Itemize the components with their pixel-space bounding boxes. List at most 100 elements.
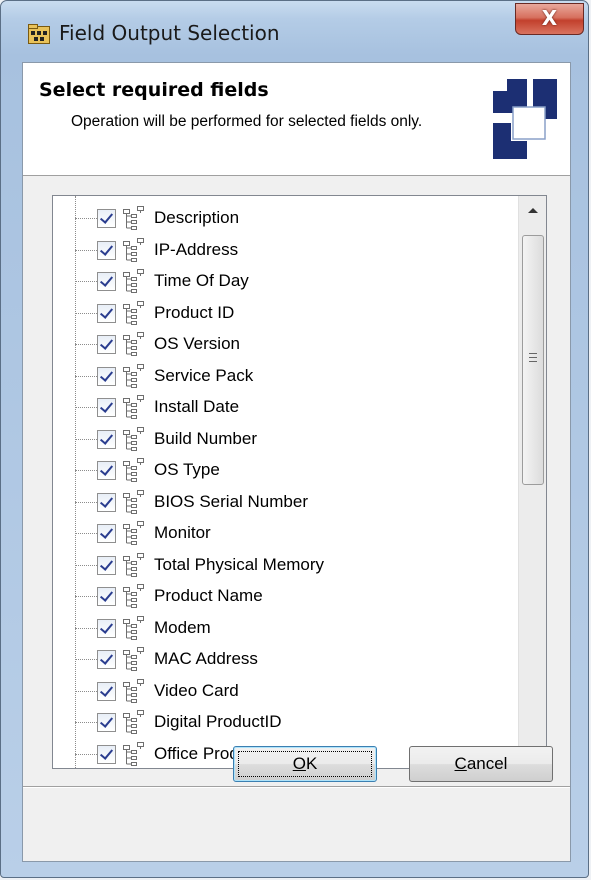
- tree-item[interactable]: Video Card: [53, 675, 518, 707]
- app-folder-icon: [28, 24, 50, 44]
- field-label: Total Physical Memory: [154, 554, 325, 574]
- tree-item[interactable]: Product ID: [53, 297, 518, 329]
- tree-item[interactable]: Install Date: [53, 391, 518, 423]
- field-label: Time Of Day: [154, 271, 249, 290]
- field-checkbox[interactable]: [97, 587, 116, 606]
- field-checkbox[interactable]: [97, 335, 116, 354]
- field-label: Product Name: [154, 586, 263, 605]
- field-hierarchy-icon: [122, 584, 144, 608]
- field-checkbox[interactable]: [97, 398, 116, 417]
- tree-branch-line: [75, 753, 97, 755]
- tree-item[interactable]: BIOS Serial Number: [53, 486, 518, 518]
- field-checkbox[interactable]: [97, 303, 116, 323]
- tree-branch-line: [75, 659, 97, 660]
- tree-item[interactable]: Description: [53, 202, 518, 234]
- field-hierarchy-icon: [122, 206, 144, 230]
- scroll-thumb[interactable]: [522, 235, 544, 485]
- header-panel: Select required fields Operation will be…: [23, 63, 570, 176]
- tree-item[interactable]: Monitor: [53, 517, 518, 549]
- field-checkbox[interactable]: [97, 713, 116, 732]
- tree-branch-line: [75, 312, 97, 314]
- window-title: Field Output Selection: [59, 21, 280, 45]
- cancel-button[interactable]: Cancel: [409, 746, 553, 782]
- field-label: Product ID: [154, 302, 235, 322]
- field-checkbox[interactable]: [97, 681, 116, 701]
- field-tree-list[interactable]: Description IP-Address Time Of Day Product …: [52, 195, 547, 769]
- focus-rect: [238, 751, 372, 777]
- tree-item[interactable]: Time Of Day: [53, 265, 518, 297]
- tree-branch-line: [75, 344, 97, 345]
- field-checkbox[interactable]: [97, 240, 116, 260]
- field-checkbox[interactable]: [97, 492, 116, 512]
- field-hierarchy-icon: [122, 395, 144, 419]
- tree-branch-line: [75, 407, 97, 408]
- field-hierarchy-icon: [122, 269, 144, 293]
- arrow-up-icon: [528, 208, 538, 213]
- tree-item[interactable]: OS Version: [53, 328, 518, 360]
- tree-branch-line: [75, 375, 97, 377]
- field-hierarchy-icon: [122, 332, 144, 356]
- field-hierarchy-icon: [122, 237, 144, 262]
- field-checkbox[interactable]: [97, 650, 116, 669]
- scroll-up-button[interactable]: [519, 196, 546, 226]
- field-checkbox[interactable]: [97, 524, 116, 543]
- field-label: Modem: [154, 617, 211, 637]
- tree-branch-line: [75, 627, 97, 629]
- tree-branch-line: [75, 564, 97, 566]
- field-hierarchy-icon: [122, 363, 144, 388]
- tree-item[interactable]: MAC Address: [53, 643, 518, 675]
- close-icon: X: [541, 6, 558, 30]
- puzzle-logo-icon: [493, 79, 557, 159]
- field-hierarchy-icon: [122, 458, 144, 482]
- dialog-client-area: Select required fields Operation will be…: [22, 62, 571, 862]
- tree-item[interactable]: IP-Address: [53, 234, 518, 266]
- field-label: Digital ProductID: [154, 712, 282, 731]
- field-hierarchy-icon: [122, 615, 144, 640]
- field-checkbox[interactable]: [97, 272, 116, 291]
- field-hierarchy-icon: [122, 300, 144, 325]
- field-checkbox[interactable]: [97, 461, 116, 480]
- tree-item[interactable]: Digital ProductID: [53, 706, 518, 738]
- field-hierarchy-icon: [122, 647, 144, 671]
- tree-branch-line: [75, 281, 97, 282]
- divider: [23, 787, 570, 788]
- tree-branch-line: [75, 438, 97, 440]
- field-label: Build Number: [154, 428, 257, 448]
- field-label: BIOS Serial Number: [154, 491, 308, 511]
- cancel-label: ancel: [466, 754, 508, 773]
- field-checkbox[interactable]: [97, 744, 116, 764]
- grip-line: [529, 353, 537, 354]
- field-hierarchy-icon: [122, 678, 144, 703]
- title-bar[interactable]: Field Output Selection X: [1, 1, 588, 63]
- tree-branch-line: [75, 218, 97, 219]
- tree-branch-line: [75, 470, 97, 471]
- field-tree: Description IP-Address Time Of Day Product …: [53, 196, 518, 768]
- tree-item[interactable]: Service Pack: [53, 360, 518, 392]
- field-hierarchy-icon: [122, 426, 144, 451]
- dialog-window: Field Output Selection X Select required…: [0, 0, 589, 878]
- close-button[interactable]: X: [515, 3, 584, 35]
- field-label: Video Card: [154, 680, 239, 700]
- field-checkbox[interactable]: [97, 209, 116, 228]
- grip-line: [529, 361, 537, 362]
- field-checkbox[interactable]: [97, 429, 116, 449]
- field-hierarchy-icon: [122, 552, 144, 577]
- tree-item[interactable]: Build Number: [53, 423, 518, 455]
- ok-button[interactable]: OK: [233, 746, 377, 782]
- tree-item[interactable]: Total Physical Memory: [53, 549, 518, 581]
- tree-item[interactable]: Product Name: [53, 580, 518, 612]
- tree-item[interactable]: OS Type: [53, 454, 518, 486]
- tree-branch-line: [75, 501, 97, 503]
- tree-item[interactable]: Modem: [53, 612, 518, 644]
- field-label: Description: [154, 208, 240, 227]
- field-label: Monitor: [154, 523, 211, 542]
- vertical-scrollbar[interactable]: [518, 196, 546, 768]
- grip-line: [529, 357, 537, 358]
- field-label: IP-Address: [154, 239, 239, 259]
- field-checkbox[interactable]: [97, 618, 116, 638]
- tree-branch-line: [75, 249, 97, 251]
- field-checkbox[interactable]: [97, 555, 116, 575]
- field-label: Service Pack: [154, 365, 254, 385]
- field-checkbox[interactable]: [97, 366, 116, 386]
- tree-branch-line: [75, 690, 97, 692]
